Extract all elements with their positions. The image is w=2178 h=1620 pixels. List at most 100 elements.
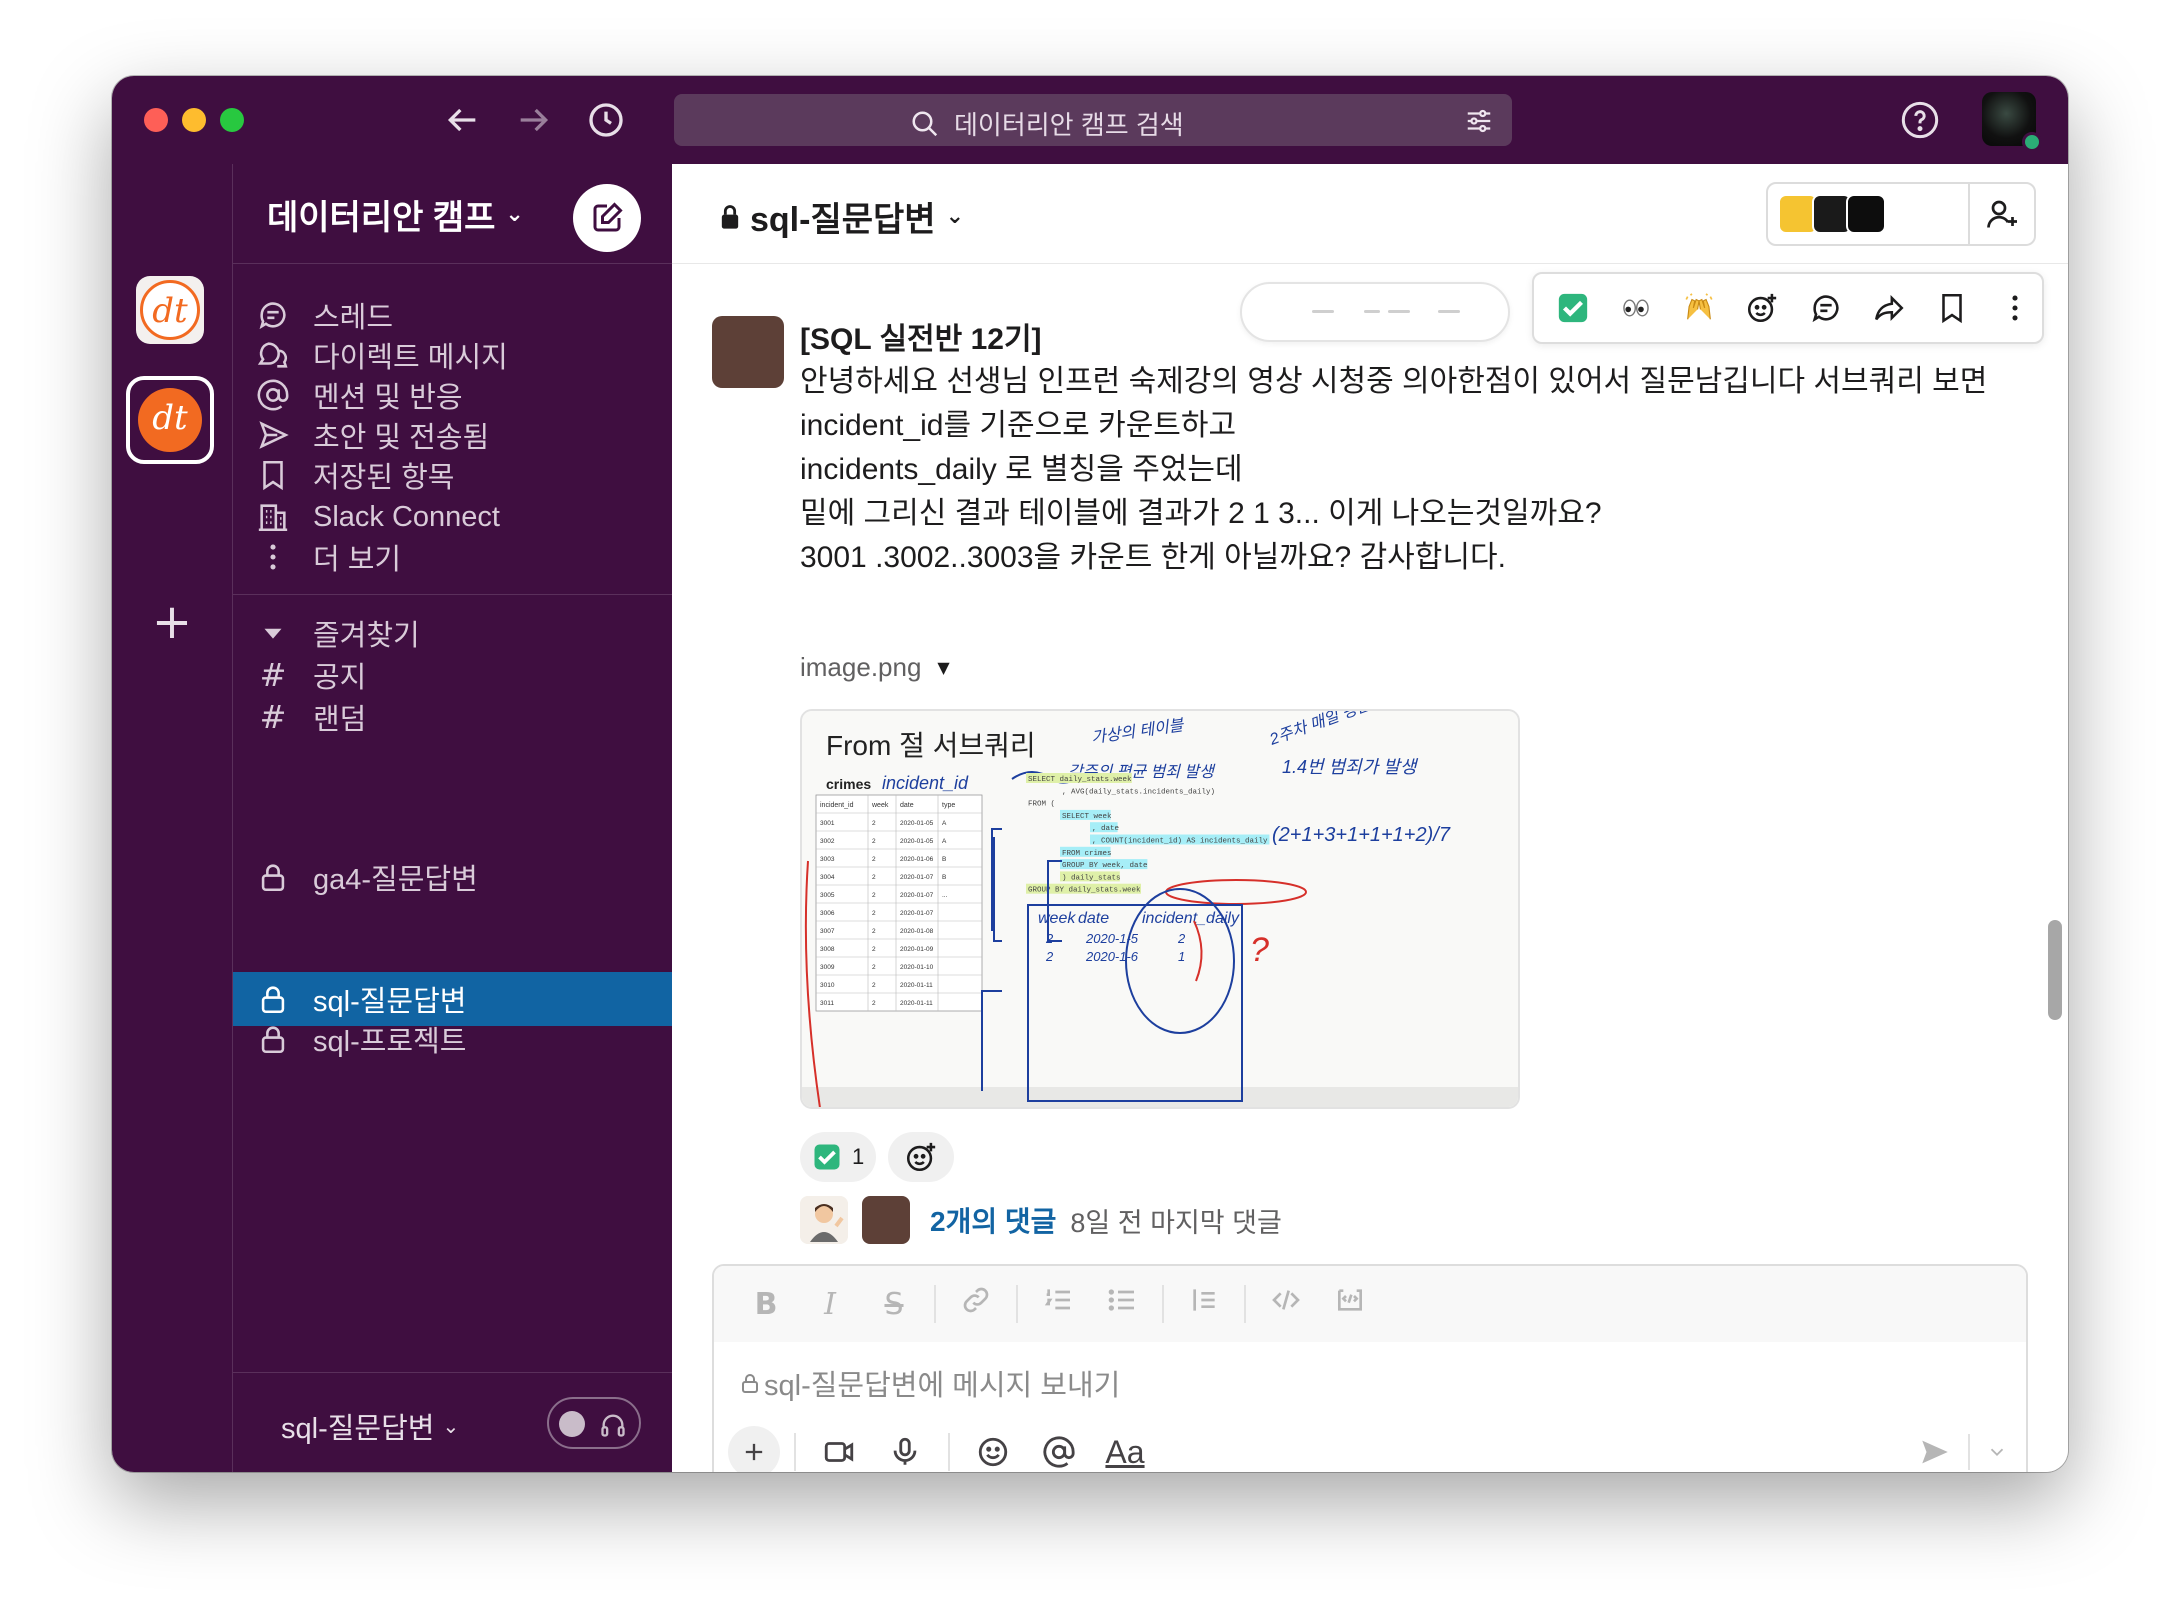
attach-button[interactable] bbox=[728, 1426, 780, 1472]
sidebar-header: 데이터리안 캠프 ⌄ bbox=[233, 164, 673, 264]
dm-icon bbox=[257, 342, 288, 368]
react-raised-hands-button[interactable] bbox=[1673, 281, 1726, 335]
lock-icon bbox=[261, 864, 285, 892]
toggle-knob bbox=[559, 1411, 585, 1437]
member-list-button[interactable] bbox=[1766, 182, 2036, 246]
share-message-button[interactable] bbox=[1862, 281, 1915, 335]
search-icon bbox=[912, 111, 938, 136]
sidebar-item-label: ga4-질문답변 bbox=[313, 864, 478, 896]
new-messages-pill[interactable] bbox=[1240, 282, 1510, 342]
compose-icon bbox=[593, 202, 623, 232]
mention-icon bbox=[257, 379, 289, 411]
result-cell: 2 bbox=[1045, 949, 1054, 964]
message-input[interactable]: sql-질문답변에 메시지 보내기 bbox=[740, 1362, 1120, 1404]
audio-clip-button[interactable] bbox=[876, 1426, 934, 1472]
workspace-logo-1[interactable]: dt bbox=[136, 276, 204, 344]
message-input-placeholder: sql-질문답변에 메시지 보내기 bbox=[764, 1370, 1121, 1402]
formatting-toggle-button[interactable]: Aa bbox=[1096, 1426, 1154, 1472]
save-message-button[interactable] bbox=[1926, 281, 1979, 335]
emoji-button[interactable] bbox=[964, 1426, 1022, 1472]
react-check-button[interactable] bbox=[1546, 281, 1599, 335]
lock-icon bbox=[721, 204, 739, 229]
workspace-logo-active[interactable]: dt bbox=[126, 376, 214, 464]
result-cell: 2 bbox=[1177, 931, 1186, 946]
bold-button[interactable]: B bbox=[734, 1287, 798, 1322]
result-header: date bbox=[1078, 910, 1109, 927]
microphone-icon bbox=[893, 1437, 917, 1465]
workspace-name-button[interactable]: 데이터리안 캠프 ⌄ bbox=[267, 190, 524, 239]
table-cell: 2 bbox=[872, 964, 876, 971]
history-clock-icon[interactable] bbox=[582, 96, 630, 144]
send-icon[interactable] bbox=[1918, 1435, 1952, 1469]
sidebar-divider bbox=[233, 594, 673, 595]
attachment-header[interactable]: image.png ▼ bbox=[800, 652, 950, 683]
table-cell: B bbox=[942, 874, 946, 881]
author-avatar[interactable] bbox=[712, 316, 784, 388]
react-eyes-button[interactable] bbox=[1609, 281, 1662, 335]
result-cell: 2 bbox=[1045, 931, 1054, 946]
sidebar-item-label: sql-프로젝트 bbox=[313, 1026, 467, 1058]
blockquote-button[interactable] bbox=[1172, 1284, 1236, 1324]
table-cell: 2020-01-07 bbox=[900, 874, 934, 881]
caret-down-icon bbox=[264, 628, 282, 639]
message-line: incidents_daily 로 별칭을 주었는데 bbox=[800, 453, 1243, 486]
bulleted-list-button[interactable] bbox=[1090, 1284, 1154, 1324]
reaction-check[interactable]: 1 bbox=[800, 1132, 877, 1182]
code-block-button[interactable] bbox=[1318, 1284, 1382, 1324]
zoom-window-button[interactable] bbox=[220, 108, 244, 132]
search-filter-icon[interactable] bbox=[1464, 106, 1494, 136]
ordered-list-button[interactable] bbox=[1026, 1284, 1090, 1324]
help-icon[interactable] bbox=[1900, 100, 1940, 140]
sidebar-item-more[interactable]: 더 보기 bbox=[233, 530, 673, 584]
replier-avatar bbox=[862, 1196, 910, 1244]
more-actions-button[interactable] bbox=[1989, 281, 2042, 335]
message-line: 3001 .3002..3003을 카운트 한게 아닐까요? 감사합니다. bbox=[800, 541, 1506, 574]
add-person-icon bbox=[1987, 200, 2017, 228]
add-member-button[interactable] bbox=[1968, 184, 2034, 244]
hash-icon: # bbox=[259, 698, 287, 736]
huddle-channel-select[interactable]: sql-질문답변 ⌄ bbox=[281, 1405, 459, 1447]
code-button[interactable] bbox=[1254, 1284, 1318, 1324]
reply-thread-button[interactable] bbox=[1799, 281, 1852, 335]
chevron-down-icon: ⌄ bbox=[945, 204, 965, 229]
add-reaction-button[interactable] bbox=[888, 1132, 955, 1182]
forward-arrow-icon[interactable] bbox=[510, 96, 558, 144]
sidebar-item-sql-project[interactable]: sql-프로젝트 bbox=[233, 1012, 673, 1066]
back-arrow-icon[interactable] bbox=[438, 96, 486, 144]
formatting-toolbar: B I S bbox=[714, 1266, 2026, 1342]
table-cell: A bbox=[942, 820, 947, 827]
video-clip-button[interactable] bbox=[810, 1426, 868, 1472]
thread-last-reply: 8일 전 마지막 댓글 bbox=[1070, 1207, 1282, 1238]
close-window-button[interactable] bbox=[144, 108, 168, 132]
check-emoji-icon bbox=[1558, 293, 1587, 323]
huddle-toggle[interactable] bbox=[547, 1397, 641, 1449]
user-avatar[interactable] bbox=[1982, 92, 2042, 152]
link-button[interactable] bbox=[944, 1284, 1008, 1324]
reaction-count: 1 bbox=[852, 1144, 865, 1169]
table-header-cell: week bbox=[871, 802, 889, 809]
share-arrow-icon bbox=[1874, 295, 1904, 321]
channel-title-button[interactable]: sql-질문답변 ⌄ bbox=[716, 192, 964, 241]
compose-button[interactable] bbox=[573, 184, 641, 252]
chevron-down-icon[interactable] bbox=[1986, 1441, 2008, 1463]
italic-button[interactable]: I bbox=[798, 1287, 862, 1322]
thread-summary[interactable]: 2개의 댓글 8일 전 마지막 댓글 bbox=[800, 1196, 1282, 1244]
mention-button[interactable] bbox=[1030, 1426, 1088, 1472]
table-cell: 2 bbox=[872, 820, 876, 827]
sidebar-item-ga4[interactable]: ga4-질문답변 bbox=[233, 850, 673, 904]
add-reaction-button[interactable] bbox=[1736, 281, 1789, 335]
add-emoji-icon bbox=[907, 1142, 936, 1172]
thread-replies-link[interactable]: 2개의 댓글 bbox=[930, 1200, 1056, 1240]
scrollbar-thumb[interactable] bbox=[2048, 920, 2062, 1020]
table-cell: 2 bbox=[872, 946, 876, 953]
member-avatar bbox=[1846, 194, 1886, 234]
add-workspace-icon[interactable]: + bbox=[144, 594, 200, 650]
bulleted-list-icon bbox=[1108, 1289, 1134, 1311]
message-line: incident_id를 기준으로 카운트하고 bbox=[800, 409, 1237, 442]
message-author[interactable]: [SQL 실전반 12기] bbox=[800, 314, 1042, 358]
minimize-window-button[interactable] bbox=[182, 108, 206, 132]
search-bar[interactable]: 데이터리안 캠프 검색 bbox=[674, 94, 1512, 146]
image-attachment[interactable]: From 절 서브쿼리 crimes incident_id 각주의 평균 범죄… bbox=[800, 709, 1520, 1109]
strikethrough-button[interactable]: S bbox=[862, 1287, 926, 1322]
sidebar-item-channel-random[interactable]: # 랜덤 bbox=[233, 690, 673, 744]
